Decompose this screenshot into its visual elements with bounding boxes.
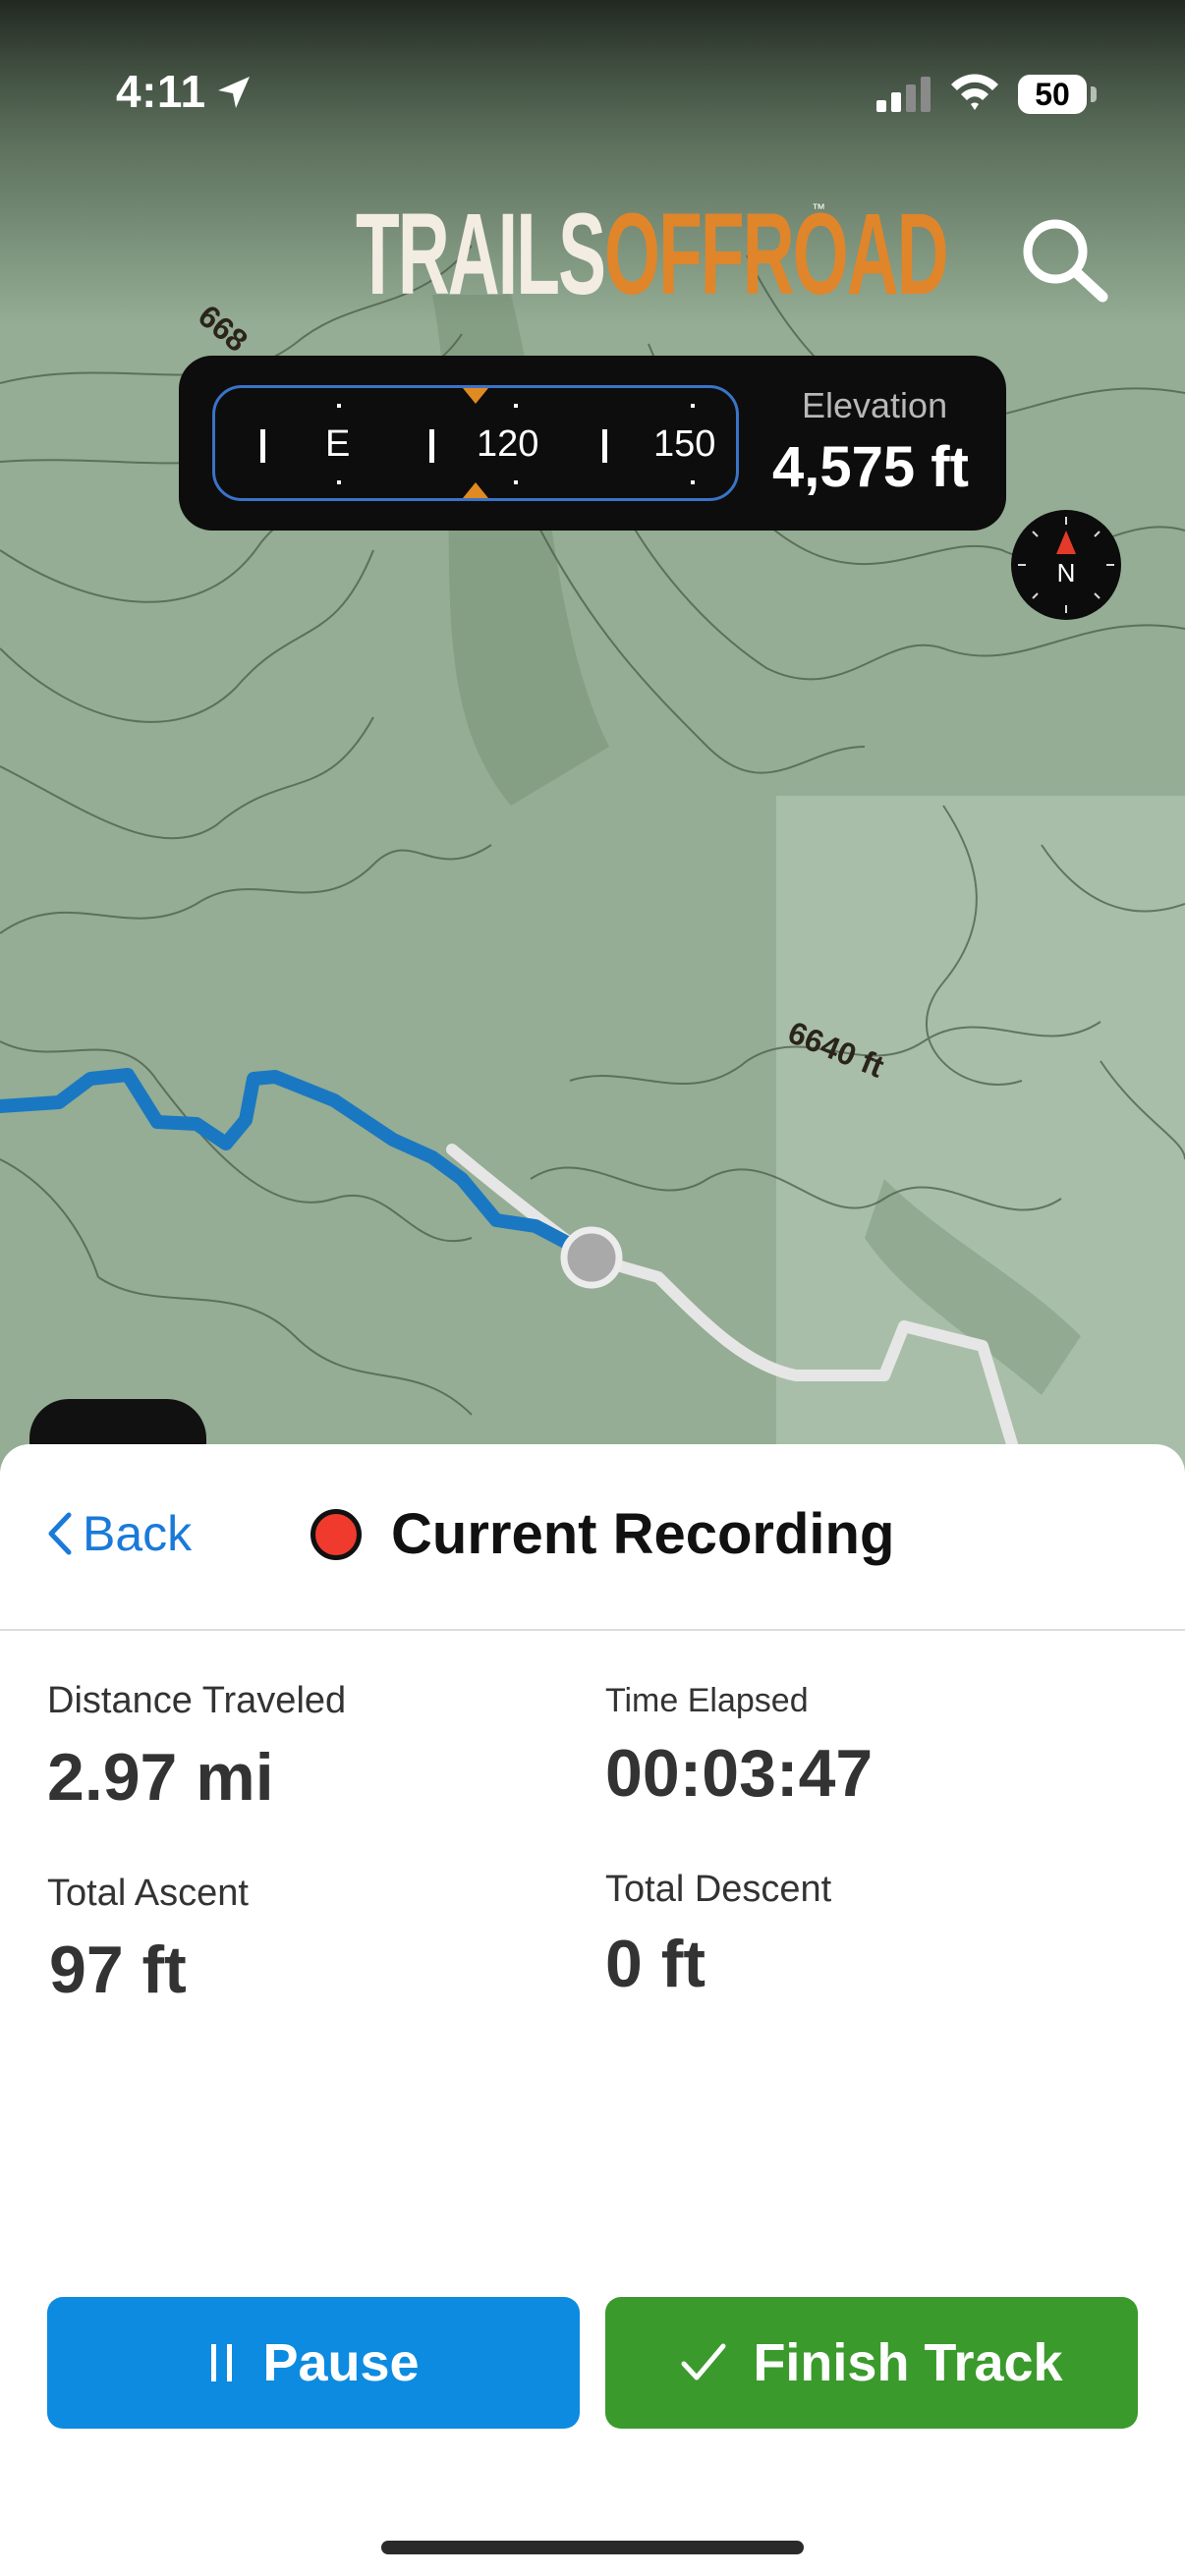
app-logo: TRAILSOFFROAD <box>356 196 949 312</box>
descent-label: Total Descent <box>605 1869 832 1910</box>
compass-icon: N <box>1011 510 1121 620</box>
finish-track-button[interactable]: Finish Track <box>605 2297 1138 2429</box>
ascent-label: Total Ascent <box>47 1873 249 1914</box>
logo-text-trails: TRAILS <box>356 190 606 319</box>
compass-button[interactable]: N <box>1010 509 1122 621</box>
descent-value: 0 ft <box>605 1927 705 2001</box>
compass-north-label: N <box>1057 558 1076 588</box>
heading-tick <box>514 404 518 408</box>
heading-pointer-top-icon <box>463 388 488 404</box>
heading-tick <box>337 480 341 484</box>
recording-header: Back Current Recording <box>0 1444 1185 1631</box>
back-label: Back <box>83 1506 193 1561</box>
time-value: 00:03:47 <box>605 1736 874 1811</box>
status-bar: 4:11 50 <box>0 0 1185 196</box>
cellular-signal-icon <box>876 77 931 112</box>
heading-tick <box>514 480 518 484</box>
logo-text-offroad: OFFROAD <box>604 190 949 319</box>
heading-tick <box>602 429 607 463</box>
battery-tip <box>1091 86 1097 102</box>
heading-label-150: 150 <box>653 423 716 465</box>
logo-trademark: ™ <box>812 200 825 216</box>
heading-tick <box>429 429 434 463</box>
elevation-label: Elevation <box>802 385 948 425</box>
elevation-value: 4,575 ft <box>772 435 969 499</box>
location-arrow-icon <box>218 77 250 108</box>
chevron-left-icon <box>48 1512 72 1555</box>
time-label: Time Elapsed <box>605 1682 809 1719</box>
distance-label: Distance Traveled <box>47 1680 347 1721</box>
heading-pointer-bottom-icon <box>463 482 488 498</box>
heading-tick <box>337 404 341 408</box>
heading-label-e: E <box>325 423 351 465</box>
heading-tick <box>691 480 695 484</box>
search-icon[interactable] <box>1016 210 1114 308</box>
pause-label: Pause <box>262 2333 420 2392</box>
back-button[interactable]: Back <box>45 1505 192 1562</box>
heading-elevation-panel: E 120 150 Elevation 4,575 ft <box>179 356 1006 531</box>
distance-value: 2.97 mi <box>47 1740 274 1815</box>
heading-label-120: 120 <box>477 423 539 465</box>
wifi-icon <box>951 74 998 110</box>
battery-level: 50 <box>1018 75 1087 114</box>
checkmark-icon <box>681 2343 726 2380</box>
heading-tick <box>260 429 265 463</box>
pause-icon <box>211 2344 233 2381</box>
heading-tape[interactable]: E 120 150 <box>212 385 739 501</box>
home-indicator[interactable] <box>381 2541 804 2554</box>
ascent-value: 97 ft <box>49 1932 187 2007</box>
heading-tick <box>691 404 695 408</box>
recording-title: Current Recording <box>391 1502 895 1566</box>
recording-indicator-icon <box>310 1509 362 1560</box>
pause-button[interactable]: Pause <box>47 2297 580 2429</box>
status-time: 4:11 <box>116 66 206 117</box>
finish-track-label: Finish Track <box>753 2333 1063 2392</box>
